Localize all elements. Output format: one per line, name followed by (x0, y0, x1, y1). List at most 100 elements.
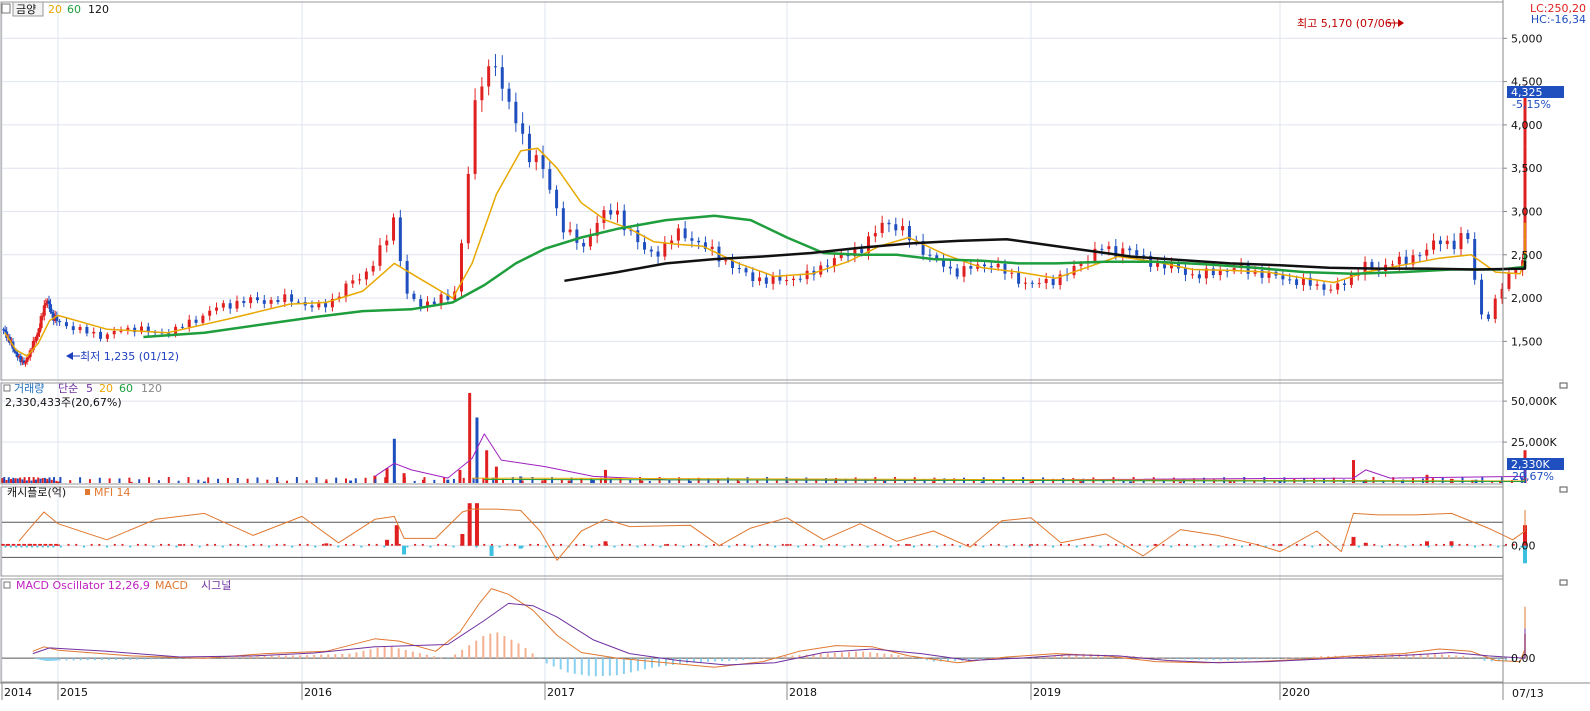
volume-bar (325, 479, 328, 483)
candle-body (324, 303, 328, 308)
flow-bar (1225, 543, 1228, 546)
volume-bar (28, 477, 31, 483)
stock-chart[interactable]: 2014 2015 2016 2017 2018 2019 20205,0004,5004,… (0, 0, 1590, 711)
volume-bar (286, 480, 289, 483)
candle-body (385, 240, 389, 246)
candle-body (989, 266, 993, 268)
volume-bar (775, 480, 778, 483)
flow-bar (951, 543, 954, 546)
macd-osc-bar (1433, 654, 1436, 659)
candle-body (1295, 279, 1299, 285)
flow-bar (291, 545, 294, 548)
flow-bar (402, 545, 407, 555)
flow-bar (907, 544, 911, 546)
macd-osc-bar (594, 658, 597, 677)
candle-body (894, 224, 898, 231)
close-volume-icon[interactable] (1559, 382, 1568, 389)
candle-body (228, 303, 232, 309)
panel-toggle-icon[interactable] (1, 3, 11, 14)
candle-body (860, 249, 864, 253)
macd-osc-bar (1440, 654, 1443, 659)
macd-osc-bar (876, 652, 879, 659)
candle-body (269, 299, 273, 304)
candle-body (962, 266, 966, 277)
macd-osc-bar (1234, 658, 1237, 661)
volume-bar (25, 480, 28, 483)
candle-body (500, 67, 504, 89)
flow-bar (636, 545, 639, 548)
candle-body (690, 238, 694, 241)
flow-bar (598, 543, 601, 546)
flow-bar (38, 543, 41, 546)
candle-body (290, 294, 294, 302)
flow-bar (1029, 544, 1033, 546)
candle-body (14, 351, 18, 354)
volume-bar (541, 480, 544, 483)
volume-toggle-icon[interactable] (3, 384, 11, 392)
flow-bar (237, 543, 240, 546)
candle-body (419, 299, 423, 307)
candle-body (473, 100, 477, 174)
candle-body (1390, 264, 1394, 266)
candle-body (764, 277, 768, 284)
flow-bar (48, 543, 51, 546)
macd-osc-bar (587, 658, 590, 676)
candle-body (1432, 240, 1436, 250)
candle-body (92, 331, 96, 334)
flow-bar (34, 543, 37, 546)
candle-body (561, 208, 565, 233)
flow-bar (324, 543, 329, 546)
candle-body (1030, 282, 1034, 284)
flow-bar (45, 543, 48, 546)
macd-osc-bar (461, 649, 464, 659)
flow-bar (244, 545, 247, 548)
volume-bar (276, 477, 279, 483)
flow-bar (391, 543, 394, 546)
macd-osc-bar (411, 651, 414, 659)
candle-body (676, 228, 680, 241)
macd-osc-bar (1313, 656, 1316, 659)
macd-osc-bar (749, 658, 752, 660)
candle-body (398, 217, 402, 262)
close-macd-icon[interactable] (1559, 579, 1568, 586)
flow-bar (375, 543, 378, 546)
macd-osc-bar (1263, 658, 1266, 659)
macd-osc-bar (397, 648, 400, 659)
vol-ma120: 120 (141, 382, 162, 395)
flow-bar (1115, 543, 1118, 546)
macd-osc-bar (819, 653, 822, 659)
macd-osc-bar (615, 658, 618, 676)
volume-bar (648, 480, 651, 483)
flow-bar (1233, 543, 1236, 546)
flow-bar (743, 543, 746, 546)
flow-bar (943, 543, 946, 546)
macd-osc-bar (320, 654, 323, 659)
candle-body (1023, 282, 1027, 284)
macd-osc-bar (185, 658, 188, 659)
flow-bar (1083, 543, 1086, 546)
macd-osc-bar (517, 643, 520, 659)
volume-bar (1461, 477, 1464, 483)
candle-body (758, 277, 762, 282)
vol-ma20: 20 (99, 382, 113, 395)
flow-bar (559, 543, 562, 546)
volume-bar (157, 480, 160, 483)
close-flow-icon[interactable] (1559, 486, 1568, 493)
macd-osc-bar (833, 652, 836, 659)
flow-bar (1443, 543, 1446, 546)
candle-body (1072, 265, 1076, 276)
flow-bar (1473, 545, 1476, 548)
candle-body (948, 266, 952, 269)
flow-bar (582, 543, 585, 546)
price-tick-label: 2,000 (1511, 292, 1543, 305)
macd-toggle-icon[interactable] (3, 581, 11, 589)
x-tick-label: 2015 (60, 686, 88, 699)
macd-osc-bar (911, 657, 914, 659)
candle-body (1100, 248, 1104, 250)
candle-body (514, 101, 518, 124)
candle-body (982, 264, 986, 267)
macd-osc-bar (1226, 658, 1229, 661)
last-volume-pct: 20,67% (1512, 470, 1554, 483)
flow-bar (613, 545, 616, 548)
candle-body (1037, 283, 1041, 285)
